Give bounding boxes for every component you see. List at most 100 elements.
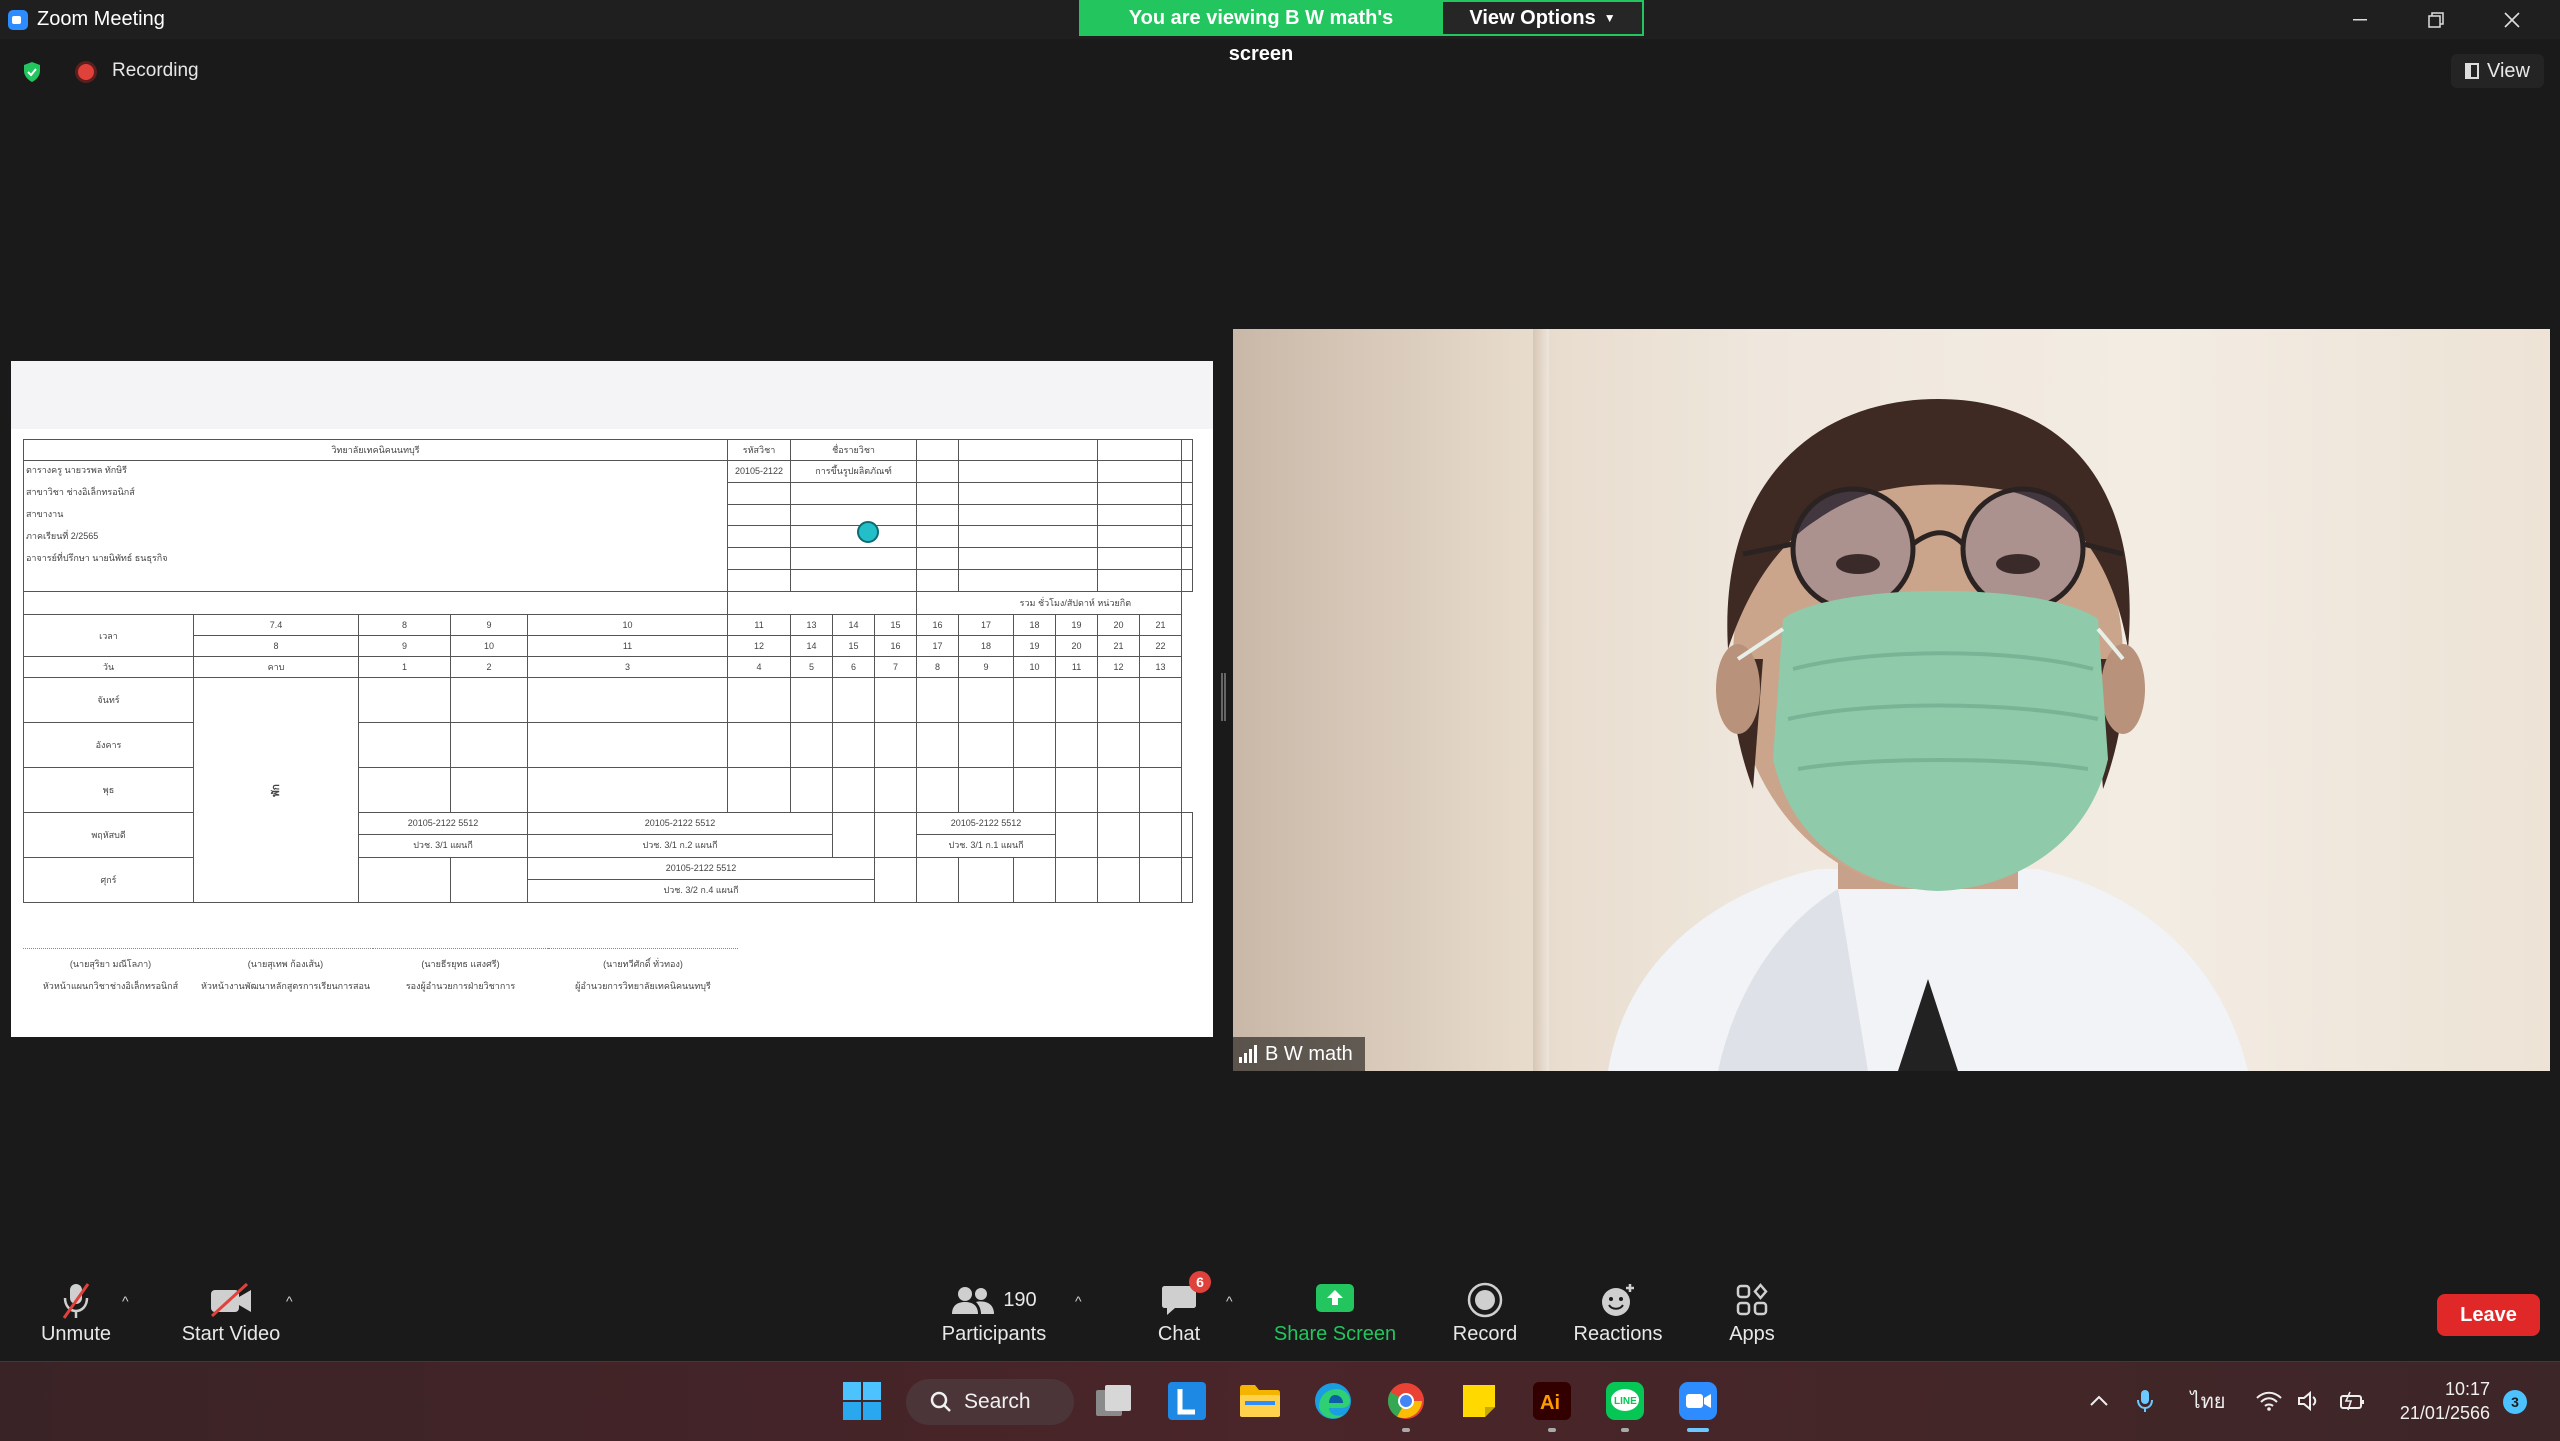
course-code-cell: 20105-2122: [727, 460, 792, 483]
split-view-resize-handle[interactable]: [1221, 673, 1226, 721]
view-options-button[interactable]: View Options ▼: [1443, 0, 1644, 36]
participant-name: B W math: [1265, 1042, 1353, 1065]
search-label: Search: [964, 1390, 1031, 1413]
close-button[interactable]: [2474, 0, 2550, 39]
share-screen-icon: [1316, 1284, 1354, 1312]
time-cell: 16: [874, 635, 918, 657]
line-app-button[interactable]: LINE: [1600, 1376, 1650, 1432]
reactions-button[interactable]: Reactions: [1572, 1265, 1664, 1360]
row-label-monday: จันทร์: [23, 677, 194, 723]
chrome-icon: [1387, 1383, 1424, 1419]
clock-time: 10:17: [2444, 1379, 2490, 1399]
info-line: สาขาวิชา ช่างอิเล็กทรอนิกส์: [26, 487, 135, 497]
connection-signal-icon: [1239, 1045, 1257, 1063]
chat-label: Chat: [1157, 1323, 1201, 1345]
battery-button[interactable]: [2336, 1376, 2370, 1426]
microphone-icon: [2137, 1390, 2153, 1412]
time-cell: 17: [916, 635, 960, 657]
time-cell: 14: [790, 635, 834, 657]
period-cell: 8: [916, 656, 960, 678]
edge-button[interactable]: [1308, 1376, 1358, 1426]
volume-button[interactable]: [2294, 1376, 2324, 1426]
l-app-icon: [1168, 1382, 1206, 1420]
period-cell: 3: [526, 656, 729, 678]
minimize-icon: [2353, 18, 2367, 20]
unmute-button[interactable]: Unmute: [36, 1265, 116, 1360]
break-label: พัก: [270, 783, 282, 797]
minimize-button[interactable]: [2322, 0, 2398, 39]
svg-text:Ai: Ai: [1540, 1392, 1560, 1414]
file-explorer-icon: [1240, 1385, 1280, 1417]
svg-text:LINE: LINE: [1614, 1396, 1637, 1407]
participant-video-tile[interactable]: B W math: [1233, 329, 2550, 1071]
signature-3: (นายธีรยุทธ แสงศรี) รองผู้อำนวยการฝ่ายวิ…: [373, 934, 548, 993]
share-banner: You are viewing B W math's screen View O…: [1079, 0, 1644, 65]
apps-button[interactable]: Apps: [1726, 1265, 1778, 1360]
task-view-button[interactable]: [1089, 1376, 1139, 1426]
friday-class: 20105-2122 5512 ปวช. 3/2 ก.4 แผนกี: [526, 857, 876, 903]
leave-button[interactable]: Leave: [2437, 1294, 2540, 1336]
remote-pointer-icon: [857, 521, 879, 543]
view-options-label: View Options: [1469, 7, 1596, 29]
record-button[interactable]: Record: [1450, 1265, 1520, 1360]
video-options-chevron-icon[interactable]: ^: [286, 1293, 293, 1309]
video-background-wall: [1533, 329, 1549, 1071]
row-label-tuesday: อังคาร: [23, 722, 194, 768]
time-cell: 21: [1139, 614, 1183, 636]
l-app-button[interactable]: [1162, 1376, 1212, 1426]
period-cell: 7: [874, 656, 918, 678]
tray-microphone-button[interactable]: [2130, 1376, 2160, 1426]
network-button[interactable]: [2254, 1376, 2284, 1426]
signature-2: (นายสุเทพ ก้องเส้น) หัวหน้างานพัฒนาหลักส…: [198, 934, 373, 993]
participants-count: 190: [1003, 1288, 1037, 1311]
class-code: 20105-2122 5512: [917, 814, 1055, 835]
thursday-class-2: 20105-2122 5512 ปวช. 3/1 ก.2 แผนกี: [526, 812, 834, 858]
period-cell: คาบ: [193, 656, 359, 678]
restore-button[interactable]: [2398, 0, 2474, 39]
input-language-button[interactable]: ไทย: [2186, 1376, 2230, 1426]
share-screen-button[interactable]: Share Screen: [1274, 1265, 1396, 1360]
unmute-label: Unmute: [40, 1323, 112, 1345]
timetable-document: วิทยาลัยเทคนิคนนทบุรี รหัสวิชา ชื่อรายวิ…: [22, 439, 1195, 1029]
show-hidden-icons-button[interactable]: [2082, 1376, 2116, 1426]
encryption-shield-icon[interactable]: [22, 61, 42, 83]
class-code: 20105-2122 5512: [359, 814, 527, 835]
time-cell: 8: [193, 635, 359, 657]
college-name-cell: วิทยาลัยเทคนิคนนทบุรี: [22, 439, 729, 461]
time-cell: 14: [832, 614, 876, 636]
row-label-time: เวลา: [23, 614, 194, 657]
timetable-table: วิทยาลัยเทคนิคนนทบุรี รหัสวิชา ชื่อรายวิ…: [22, 439, 1193, 903]
chat-options-chevron-icon[interactable]: ^: [1226, 1293, 1233, 1309]
taskbar-search[interactable]: Search: [906, 1379, 1074, 1425]
thursday-class-3: 20105-2122 5512 ปวช. 3/1 ก.1 แผนกี: [916, 812, 1057, 858]
meeting-toolbar: Unmute ^ Start Video ^ 190 Participants …: [0, 1265, 2560, 1360]
view-button[interactable]: View: [2451, 54, 2544, 88]
period-cell: 6: [832, 656, 876, 678]
audio-options-chevron-icon[interactable]: ^: [122, 1293, 129, 1309]
start-video-button[interactable]: Start Video: [176, 1265, 286, 1360]
start-button[interactable]: [837, 1376, 887, 1426]
file-explorer-button[interactable]: [1235, 1376, 1285, 1426]
signer-role: หัวหน้าแผนกวิชาช่างอิเล็กทรอนิกส์: [42, 981, 179, 991]
signer-role: ผู้อำนวยการวิทยาลัยเทคนิคนนทบุรี: [575, 981, 711, 991]
signature-block: (นายสุริยา มณีโลภา) หัวหน้าแผนกวิชาช่างอ…: [23, 934, 783, 993]
period-cell: 11: [1055, 656, 1099, 678]
clock-date: 21/01/2566: [2399, 1403, 2490, 1423]
system-clock[interactable]: 10:17 21/01/2566: [2380, 1377, 2490, 1425]
time-cell: 20: [1055, 635, 1099, 657]
speaker-icon: [2298, 1391, 2317, 1411]
restore-icon: [2428, 11, 2444, 28]
chat-button[interactable]: 6 Chat: [1146, 1265, 1212, 1360]
participants-options-chevron-icon[interactable]: ^: [1075, 1293, 1082, 1309]
total-hours-label: รวม ชั่วโมง/สัปดาห์ หน่วยกิต: [916, 591, 1183, 615]
zoom-taskbar-button[interactable]: [1673, 1376, 1723, 1432]
time-cell: 22: [1139, 635, 1183, 657]
participant-name-tag: B W math: [1233, 1037, 1365, 1071]
view-layout-icon: [2465, 63, 2479, 79]
sticky-notes-button[interactable]: [1454, 1376, 1504, 1426]
period-cell: 12: [1097, 656, 1141, 678]
chrome-button[interactable]: [1381, 1376, 1431, 1432]
participants-button[interactable]: 190 Participants: [936, 1265, 1052, 1360]
illustrator-button[interactable]: Ai: [1527, 1376, 1577, 1432]
notification-center-badge[interactable]: 3: [2503, 1390, 2527, 1414]
